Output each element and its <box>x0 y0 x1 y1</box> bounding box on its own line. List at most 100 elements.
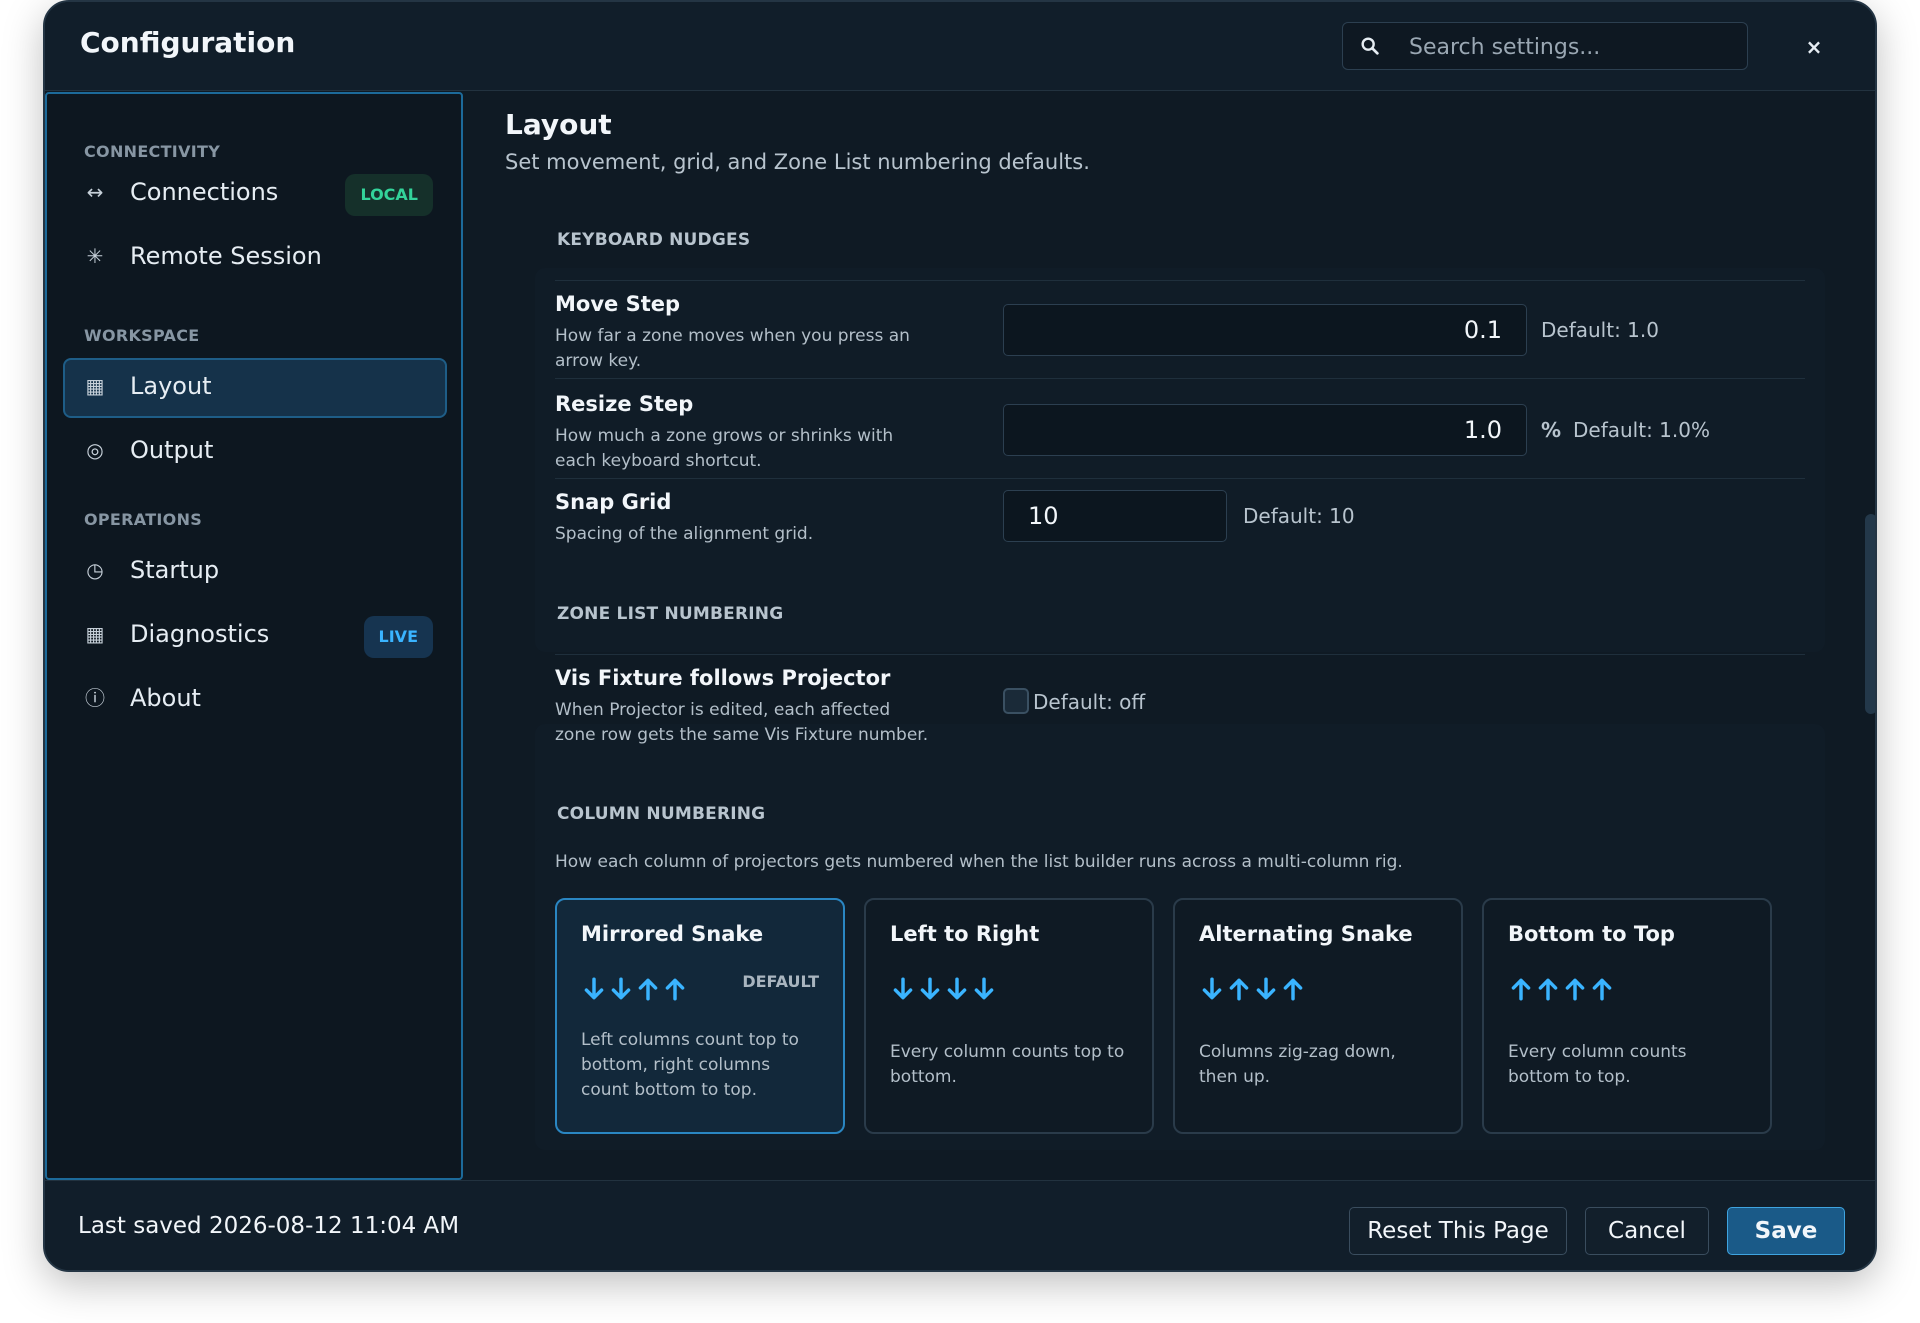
arrow-up-icon <box>1592 978 1612 1001</box>
title-bar: Configuration × <box>45 2 1875 91</box>
snap-grid-label: Snap Grid <box>555 490 672 514</box>
status-badge-local: LOCAL <box>345 174 433 216</box>
sidebar-item-label: About <box>130 684 201 712</box>
sidebar-item-remote-session[interactable]: ✳ Remote Session <box>63 228 447 288</box>
arrow-down-icon <box>1202 977 1222 1000</box>
sidebar-item-layout[interactable]: ▦ Layout <box>63 358 447 418</box>
search-icon <box>1361 37 1379 55</box>
page-subtitle: Set movement, grid, and Zone List number… <box>505 150 1090 174</box>
window-title: Configuration <box>80 26 296 59</box>
option-title: Alternating Snake <box>1199 922 1413 946</box>
option-title: Bottom to Top <box>1508 922 1675 946</box>
default-badge: DEFAULT <box>742 972 819 991</box>
column-numbering-description: How each column of projectors gets numbe… <box>555 852 1403 872</box>
option-mirrored-snake[interactable]: Mirrored Snake DEFAULT Left columns coun… <box>555 898 845 1134</box>
arrow-up-icon <box>638 978 658 1001</box>
search-input[interactable] <box>1407 23 1731 71</box>
arrow-up-icon <box>1283 978 1303 1001</box>
arrow-down-icon <box>893 977 913 1000</box>
arrow-up-icon <box>1565 978 1585 1001</box>
zone-list-heading: ZONE LIST NUMBERING <box>557 604 784 624</box>
last-saved-text: Last saved 2026-08-12 11:04 AM <box>78 1213 460 1239</box>
arrow-up-icon <box>665 978 685 1001</box>
arrow-down-icon <box>920 977 940 1000</box>
resize-step-label: Resize Step <box>555 392 694 416</box>
grid-icon: ▦ <box>85 374 105 398</box>
sidebar-item-label: Remote Session <box>130 242 322 270</box>
snap-grid-default: Default: 10 <box>1243 504 1355 528</box>
divider <box>555 378 1805 379</box>
reset-page-button[interactable]: Reset This Page <box>1349 1207 1567 1255</box>
snap-grid-input[interactable]: 10 <box>1003 490 1227 542</box>
option-description: Columns zig-zag down, then up. <box>1199 1042 1396 1087</box>
option-description: Every column counts top to bottom. <box>890 1042 1125 1087</box>
save-button[interactable]: Save <box>1727 1207 1845 1255</box>
option-alternating-snake[interactable]: Alternating Snake Columns zig-zag down, … <box>1173 898 1463 1134</box>
option-title: Mirrored Snake <box>581 922 764 946</box>
move-step-input[interactable]: 0.1 <box>1003 304 1527 356</box>
cancel-button[interactable]: Cancel <box>1585 1207 1709 1255</box>
sidebar-item-diagnostics[interactable]: ▦ Diagnostics LIVE <box>63 606 447 666</box>
arrow-pattern <box>1199 976 1307 1002</box>
clock-icon: ◷ <box>86 558 104 582</box>
arrow-down-icon <box>947 977 967 1000</box>
resize-step-help: How much a zone grows or shrinks with ea… <box>555 426 894 471</box>
main-content: Layout Set movement, grid, and Zone List… <box>465 92 1875 1180</box>
sidebar: CONNECTIVITY ↔ Connections LOCAL ✳ Remot… <box>45 92 463 1180</box>
asterisk-icon: ✳ <box>86 244 104 268</box>
option-bottom-to-top[interactable]: Bottom to Top Every column counts bottom… <box>1482 898 1772 1134</box>
sidebar-item-label: Diagnostics <box>130 620 270 648</box>
arrow-pattern <box>1508 976 1616 1002</box>
scrollbar-thumb[interactable] <box>1865 514 1875 714</box>
option-left-to-right[interactable]: Left to Right Every column counts top to… <box>864 898 1154 1134</box>
resize-step-input[interactable]: 1.0 <box>1003 404 1527 456</box>
sidebar-item-about[interactable]: ⓘ About <box>63 670 447 730</box>
arrow-down-icon <box>611 977 631 1000</box>
sidebar-item-connections[interactable]: ↔ Connections LOCAL <box>63 164 447 224</box>
status-badge-live: LIVE <box>363 616 433 658</box>
close-button[interactable]: × <box>1799 32 1829 62</box>
arrow-down-icon <box>974 977 994 1000</box>
arrows-horizontal-icon: ↔ <box>86 180 104 204</box>
sidebar-item-startup[interactable]: ◷ Startup <box>63 542 447 602</box>
keyboard-nudges-heading: KEYBOARD NUDGES <box>557 230 751 250</box>
arrow-pattern <box>581 976 689 1002</box>
footer: Last saved 2026-08-12 11:04 AM Reset Thi… <box>45 1180 1875 1270</box>
sidebar-item-label: Connections <box>130 178 279 206</box>
option-description: Every column counts bottom to top. <box>1508 1042 1687 1087</box>
option-title: Left to Right <box>890 922 1040 946</box>
arrow-up-icon <box>1229 978 1249 1001</box>
section-connectivity: CONNECTIVITY <box>84 142 221 161</box>
option-description: Left columns count top to bottom, right … <box>581 1030 799 1100</box>
vis-fixture-default: Default: off <box>1033 690 1146 714</box>
search-box[interactable] <box>1342 22 1748 71</box>
vis-fixture-label: Vis Fixture follows Projector <box>555 666 891 690</box>
resize-step-default: Default: 1.0% <box>1573 418 1710 442</box>
snap-grid-help: Spacing of the alignment grid. <box>555 524 814 544</box>
vis-fixture-checkbox[interactable] <box>1003 688 1029 714</box>
configuration-window: Configuration × CONNECTIVITY ↔ Connectio… <box>43 0 1877 1272</box>
move-step-help: How far a zone moves when you press an a… <box>555 326 910 371</box>
arrow-up-icon <box>1511 978 1531 1001</box>
resize-step-unit: % <box>1541 418 1562 442</box>
chart-icon: ▦ <box>85 622 105 646</box>
target-icon: ◎ <box>86 438 104 462</box>
arrow-down-icon <box>1256 977 1276 1000</box>
move-step-default: Default: 1.0 <box>1541 318 1659 342</box>
column-numbering-heading: COLUMN NUMBERING <box>557 804 766 824</box>
section-workspace: WORKSPACE <box>84 326 200 345</box>
sidebar-item-label: Output <box>130 436 214 464</box>
page-title: Layout <box>505 108 612 141</box>
sidebar-item-output[interactable]: ◎ Output <box>63 422 447 482</box>
arrow-pattern <box>890 976 998 1002</box>
sidebar-item-label: Startup <box>130 556 220 584</box>
arrow-up-icon <box>1538 978 1558 1001</box>
divider <box>555 654 1805 655</box>
divider <box>555 478 1805 479</box>
info-icon: ⓘ <box>85 686 105 710</box>
section-operations: OPERATIONS <box>84 510 203 529</box>
vis-fixture-help: When Projector is edited, each affected … <box>555 700 929 745</box>
move-step-label: Move Step <box>555 292 681 316</box>
divider <box>555 280 1805 281</box>
sidebar-item-label: Layout <box>130 372 212 400</box>
